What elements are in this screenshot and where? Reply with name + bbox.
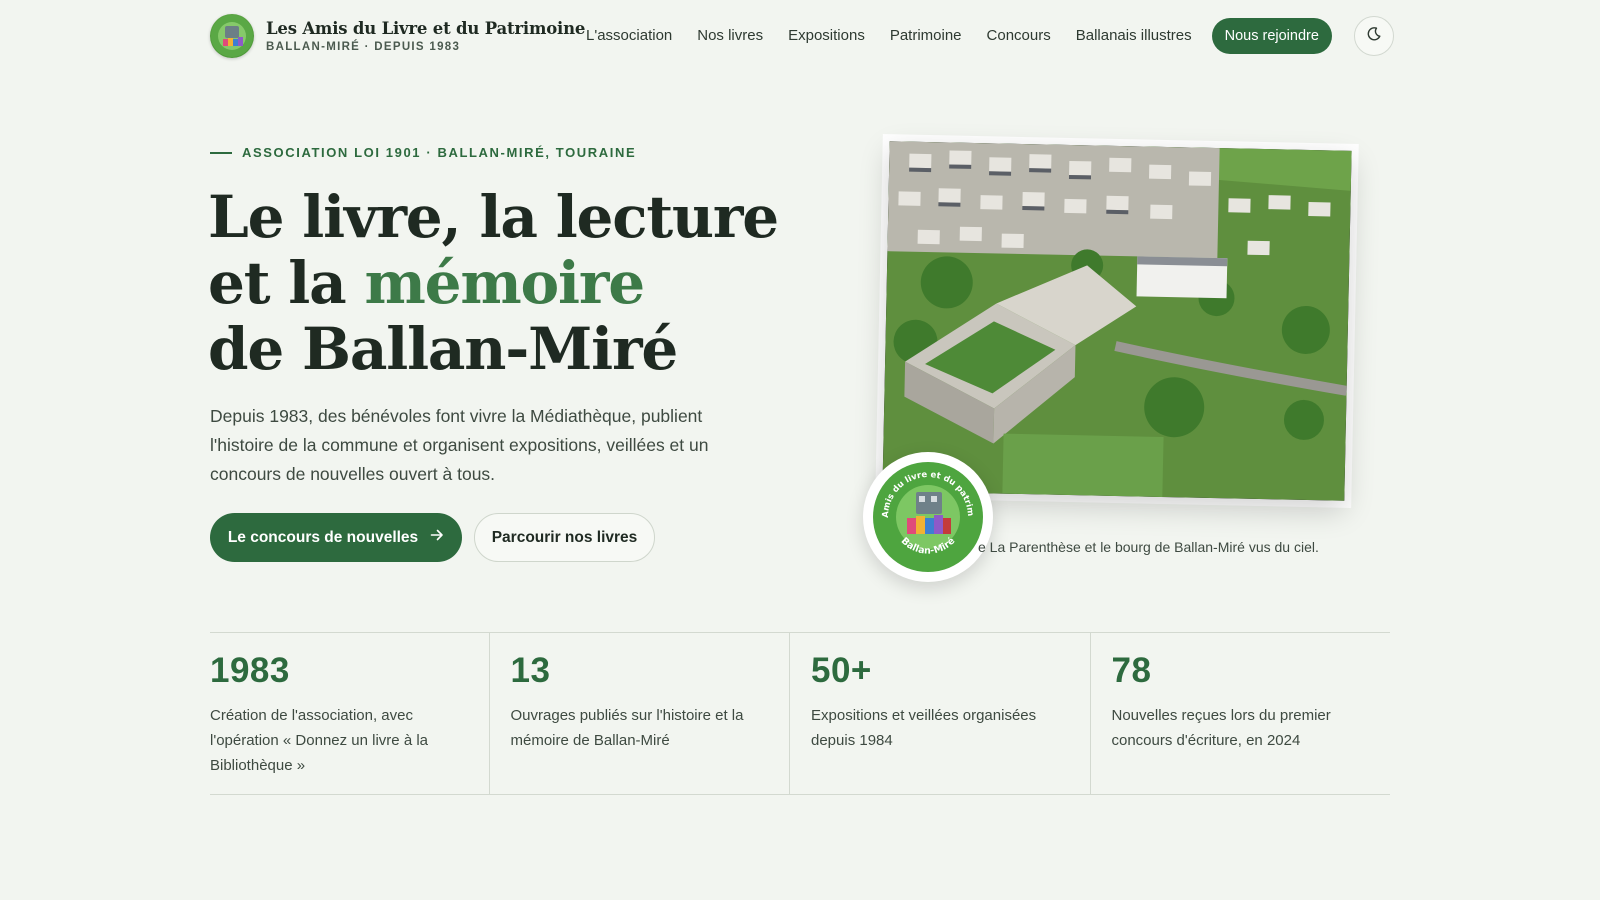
- stat-value: 1983: [210, 651, 290, 690]
- stat-item: 78 Nouvelles reçues lors du premier conc…: [1089, 633, 1391, 794]
- eyebrow-text: ASSOCIATION LOI 1901 · BALLAN-MIRÉ, TOUR…: [242, 145, 637, 160]
- stat-item: 13 Ouvrages publiés sur l'histoire et la…: [488, 633, 790, 794]
- aerial-photo: [882, 141, 1352, 501]
- hero-headline: Le livre, la lecture et la mémoire de Ba…: [208, 184, 828, 382]
- nav-item-association[interactable]: L'association: [586, 18, 672, 54]
- nav-item-patrimoine[interactable]: Patrimoine: [890, 18, 962, 54]
- photo-caption: e La Parenthèse et le bourg de Ballan-Mi…: [978, 539, 1319, 555]
- stat-label: Nouvelles reçues lors du premier concour…: [1111, 707, 1331, 749]
- stat-item: 50+ Expositions et veillées organisées d…: [789, 633, 1090, 794]
- hero-lede: Depuis 1983, des bénévoles font vivre la…: [210, 406, 709, 484]
- eyebrow-line: [210, 151, 232, 154]
- headline-line-3: de Ballan-Miré: [208, 315, 678, 383]
- stat-label: Expositions et veillées organisées depui…: [811, 707, 1037, 749]
- nav-item-expositions[interactable]: Expositions: [788, 18, 865, 54]
- headline-line-1: Le livre, la lecture: [208, 183, 779, 251]
- theme-toggle-button[interactable]: [1354, 16, 1394, 56]
- brand-subtitle: BALLAN-MIRÉ · DEPUIS 1983: [266, 41, 461, 53]
- main-nav: L'association Nos livres Expositions Pat…: [586, 18, 1332, 54]
- brand-title: Les Amis du Livre et du Patrimoine: [266, 19, 586, 38]
- nav-item-ballanais-illustres[interactable]: Ballanais illustres: [1076, 18, 1192, 54]
- join-button[interactable]: Nous rejoindre: [1211, 18, 1332, 54]
- stat-label: Création de l'association, avec l'opérat…: [210, 707, 428, 774]
- stat-value: 50+: [811, 651, 872, 690]
- moon-icon: [1366, 26, 1382, 47]
- contest-button[interactable]: Le concours de nouvelles: [210, 513, 462, 562]
- brand-link[interactable]: Les Amis du Livre et du Patrimoine BALLA…: [210, 14, 585, 58]
- arrow-right-icon: [430, 528, 444, 547]
- headline-accent-word: mémoire: [364, 249, 646, 317]
- stat-value: 78: [1111, 651, 1152, 690]
- stat-item: 1983 Création de l'association, avec l'o…: [210, 633, 489, 794]
- nav-item-concours[interactable]: Concours: [987, 18, 1051, 54]
- nav-item-nos-livres[interactable]: Nos livres: [697, 18, 763, 54]
- headline-line-2-prefix: et la: [208, 249, 365, 317]
- browse-books-button[interactable]: Parcourir nos livres: [474, 513, 655, 562]
- association-logo-icon: [210, 14, 254, 58]
- stats-row: 1983 Création de l'association, avec l'o…: [210, 632, 1390, 795]
- contest-button-label: Le concours de nouvelles: [227, 528, 419, 546]
- association-seal-icon: Les Amis du livre et du patrimoine Balla…: [863, 452, 993, 582]
- stat-value: 13: [510, 651, 551, 690]
- stat-label: Ouvrages publiés sur l'histoire et la mé…: [510, 707, 744, 749]
- hero-eyebrow: ASSOCIATION LOI 1901 · BALLAN-MIRÉ, TOUR…: [210, 145, 636, 160]
- site-header: Les Amis du Livre et du Patrimoine BALLA…: [0, 0, 1600, 72]
